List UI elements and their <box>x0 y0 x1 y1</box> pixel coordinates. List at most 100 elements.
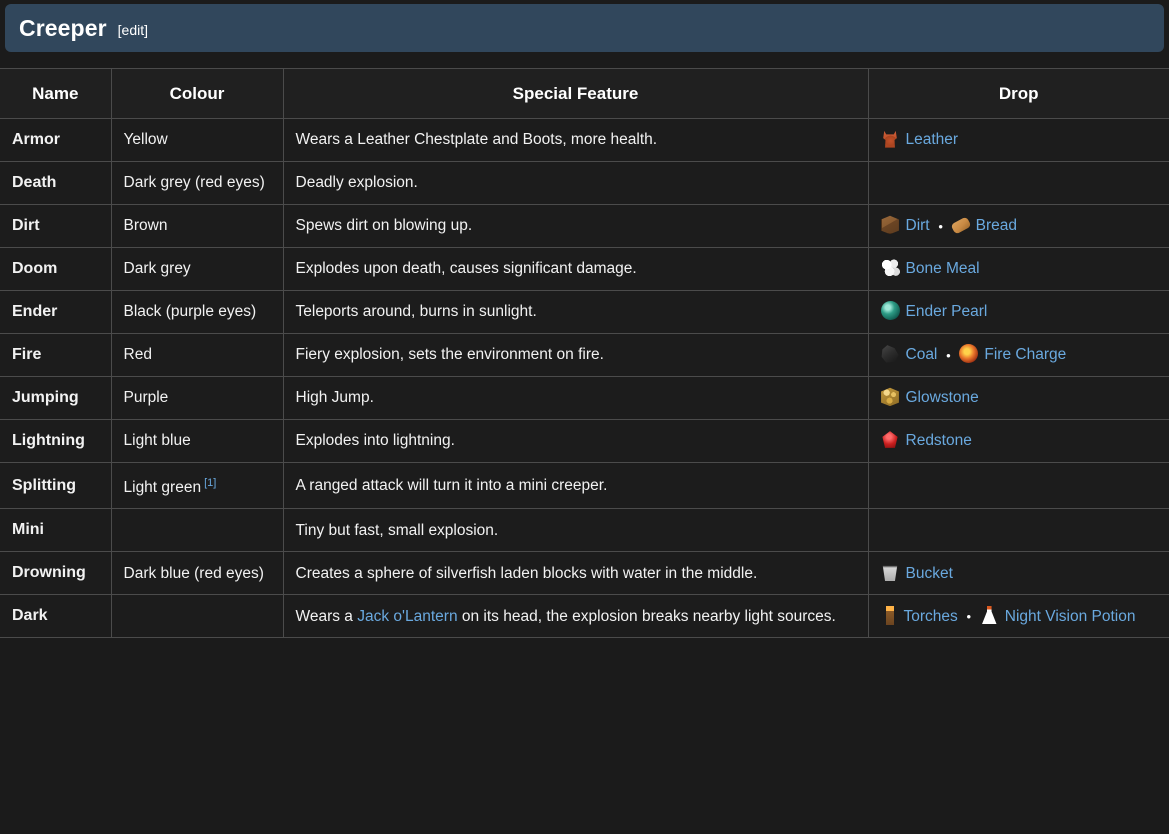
cell-variant-name: Dirt <box>0 204 112 248</box>
cell-variant-name: Death <box>0 161 112 205</box>
cell-variant-name: Lightning <box>0 419 112 463</box>
leather-icon <box>883 130 897 148</box>
drop-entry: Bone Meal <box>880 258 980 278</box>
cell-special-feature: Fiery explosion, sets the environment on… <box>282 333 869 377</box>
cell-special-feature: Teleports around, burns in sunlight. <box>282 290 869 334</box>
torch-icon <box>885 605 894 625</box>
drop-item-link[interactable]: Dirt <box>906 217 930 234</box>
cell-variant-name: Armor <box>0 118 112 162</box>
cell-colour: Light green [1] <box>110 461 284 510</box>
drop-entry: Bread <box>950 216 1017 235</box>
table-row: Armor Yellow Wears a Leather Chestplate an… <box>0 118 1169 162</box>
cell-special-feature: Deadly explosion. <box>282 161 869 205</box>
section-heading-bar: Creeper [edit] <box>5 4 1164 52</box>
drop-entry: Coal <box>881 345 938 363</box>
column-header-colour: Colour <box>110 68 284 119</box>
cell-variant-name: Splitting <box>0 461 112 510</box>
drop-item-link[interactable]: Night Vision Potion <box>1005 608 1136 625</box>
cell-drop <box>867 461 1169 510</box>
cell-special-feature: A ranged attack will turn it into a mini… <box>282 461 869 510</box>
drop-entry: Glowstone <box>881 387 979 407</box>
creeper-variants-table: Name Colour Special Feature Drop Armor Ye… <box>0 68 1169 639</box>
page-title: Creeper <box>19 14 107 41</box>
cell-drop: Leather <box>867 118 1169 162</box>
cell-special-feature: Explodes into lightning. <box>282 419 869 463</box>
cell-drop: Redstone <box>867 419 1169 463</box>
cell-special-feature: Tiny but fast, small explosion. <box>282 508 869 553</box>
table-row: Drowning Dark blue (red eyes) Creates a sp… <box>0 551 1169 596</box>
table-row: Mini Tiny but fast, small explosion. <box>0 508 1169 553</box>
glowstone-icon <box>881 387 899 407</box>
drop-entry: Night Vision Potion <box>980 605 1136 625</box>
drop-item-link[interactable]: Coal <box>906 346 938 363</box>
table-row: Splitting Light green [1] A ranged attack w… <box>0 461 1169 510</box>
cell-special-feature: Wears a Jack o'Lantern on its head, the … <box>282 594 869 639</box>
drop-item-link[interactable]: Leather <box>906 131 959 148</box>
table-row: Fire Red Fiery explosion, sets the environ… <box>0 333 1169 377</box>
drop-item-link[interactable]: Redstone <box>906 432 972 449</box>
table-row: Lightning Light blue Explodes into lightni… <box>0 419 1169 463</box>
drop-item-link[interactable]: Bone Meal <box>906 260 980 277</box>
table-header-row: Name Colour Special Feature Drop <box>0 68 1169 119</box>
cell-colour: Red <box>110 333 284 377</box>
column-header-name: Name <box>0 68 112 119</box>
cell-drop <box>867 161 1169 205</box>
table-row: Jumping Purple High Jump. Glowstone <box>0 376 1169 420</box>
drop-item-link[interactable]: Ender Pearl <box>906 303 988 320</box>
cell-colour: Dark grey (red eyes) <box>110 161 284 205</box>
cell-drop: Ender Pearl <box>867 290 1169 334</box>
cell-drop <box>867 508 1169 553</box>
table-row: Death Dark grey (red eyes) Deadly explosio… <box>0 161 1169 205</box>
drop-entry: Redstone <box>881 431 972 449</box>
drop-item-link[interactable]: Torches <box>904 608 958 625</box>
cell-special-feature: Spews dirt on blowing up. <box>282 204 869 248</box>
cell-special-feature: High Jump. <box>282 376 869 420</box>
reference-marker: [1] <box>204 474 216 489</box>
cell-variant-name: Jumping <box>0 376 112 420</box>
cell-drop: Dirt • Bread <box>867 204 1169 248</box>
table-row: Doom Dark grey Explodes upon death, causes… <box>0 247 1169 291</box>
drop-item-link[interactable]: Bucket <box>906 565 953 582</box>
table-body: Armor Yellow Wears a Leather Chestplate an… <box>0 118 1169 639</box>
cell-variant-name: Fire <box>0 333 112 377</box>
bread-icon <box>950 216 972 235</box>
fire-charge-icon <box>959 344 979 364</box>
redstone-icon <box>882 431 898 448</box>
cell-variant-name: Ender <box>0 290 112 334</box>
cell-variant-name: Doom <box>0 247 112 291</box>
cell-drop: Bone Meal <box>867 247 1169 291</box>
drop-item-link[interactable]: Glowstone <box>906 389 979 406</box>
drop-entry: Torches <box>881 605 958 625</box>
column-header-drop: Drop <box>867 68 1169 119</box>
cell-colour: Light blue <box>110 419 284 463</box>
table-row: Dirt Brown Spews dirt on blowing up. Dirt • B… <box>0 204 1169 248</box>
feature-link[interactable]: Jack o'Lantern <box>357 608 457 625</box>
drop-separator: • <box>966 608 972 624</box>
cell-variant-name: Drowning <box>0 551 112 596</box>
drop-entry: Fire Charge <box>959 344 1066 364</box>
table-row: Ender Black (purple eyes) Teleports around… <box>0 290 1169 334</box>
cell-colour: Black (purple eyes) <box>110 290 284 334</box>
dirt-icon <box>881 215 899 235</box>
ender-pearl-icon <box>880 301 900 321</box>
drop-entry: Leather <box>881 130 959 148</box>
table-row: Dark Wears a Jack o'Lantern on its head, … <box>0 594 1169 639</box>
reference-link[interactable]: [1] <box>204 477 216 489</box>
creeper-variants-table-wrapper: Name Colour Special Feature Drop Armor Ye… <box>0 68 1169 639</box>
drop-entry: Dirt <box>881 215 930 235</box>
cell-drop: Torches • Night Vision Potion <box>867 594 1169 639</box>
cell-colour <box>110 508 284 553</box>
cell-special-feature: Explodes upon death, causes significant … <box>282 247 869 291</box>
bucket-icon <box>882 565 898 582</box>
cell-variant-name: Mini <box>0 508 112 553</box>
bone-meal-icon <box>880 258 900 278</box>
column-header-special-feature: Special Feature <box>282 68 869 119</box>
edit-section-link[interactable]: [edit] <box>118 22 148 38</box>
cell-colour: Dark grey <box>110 247 284 291</box>
drop-item-link[interactable]: Fire Charge <box>984 346 1066 363</box>
drop-item-link[interactable]: Bread <box>976 217 1017 234</box>
night-vision-potion-icon <box>982 605 997 625</box>
drop-separator: • <box>946 347 951 363</box>
cell-drop: Bucket <box>867 551 1169 596</box>
cell-special-feature: Creates a sphere of silverfish laden blo… <box>282 551 869 596</box>
